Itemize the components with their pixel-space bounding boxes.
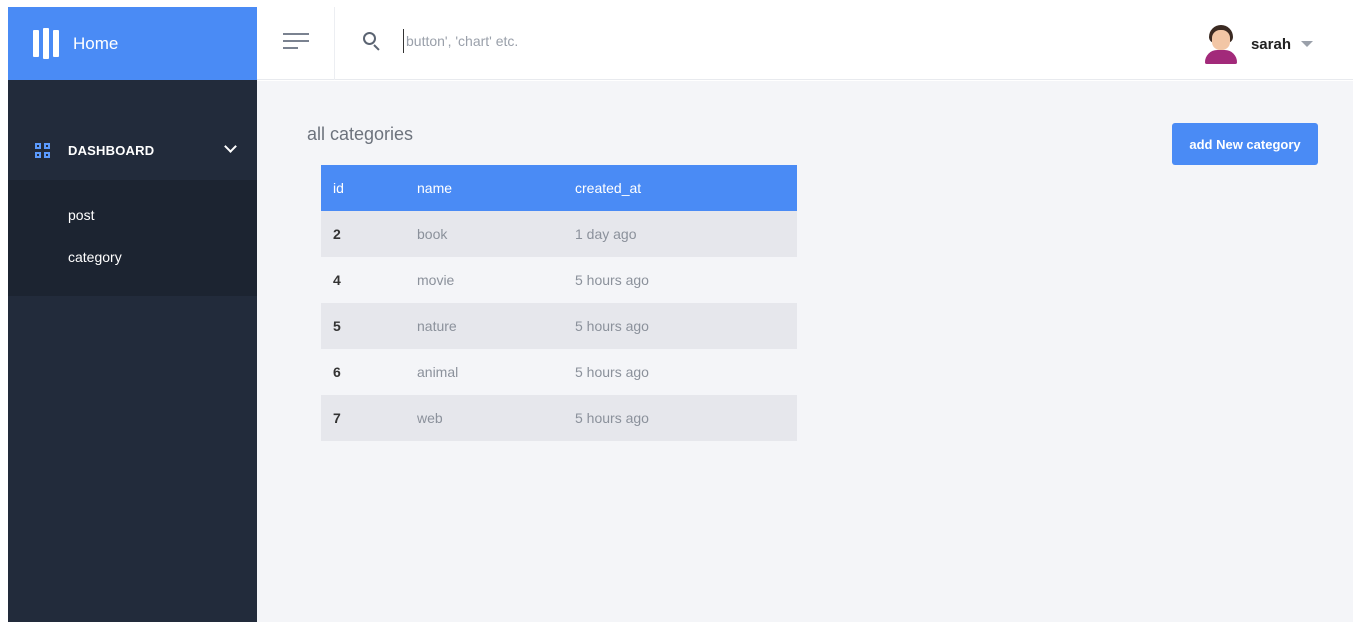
table-header-row: id name created_at bbox=[321, 165, 797, 211]
table-row[interactable]: 4 movie 5 hours ago bbox=[321, 257, 797, 303]
cell-name: book bbox=[417, 211, 575, 257]
search-input[interactable] bbox=[403, 29, 823, 53]
sidebar-item-dashboard[interactable]: DASHBOARD bbox=[8, 120, 260, 180]
cell-name: web bbox=[417, 395, 575, 441]
cell-created-at: 5 hours ago bbox=[575, 257, 797, 303]
chevron-down-icon bbox=[224, 140, 237, 153]
brand-title: Home bbox=[73, 33, 119, 53]
cell-created-at: 5 hours ago bbox=[575, 303, 797, 349]
sidebar-item-post[interactable]: post bbox=[8, 194, 257, 236]
brand-home-link[interactable]: Home bbox=[8, 7, 257, 80]
topbar: sarah bbox=[257, 7, 1353, 80]
categories-table: id name created_at 2 book 1 day ago 4 mo… bbox=[321, 165, 797, 441]
cell-name: animal bbox=[417, 349, 575, 395]
page-title: all categories bbox=[307, 124, 414, 144]
search-icon[interactable] bbox=[363, 32, 381, 52]
table-row[interactable]: 6 animal 5 hours ago bbox=[321, 349, 797, 395]
cell-name: nature bbox=[417, 303, 575, 349]
cell-created-at: 5 hours ago bbox=[575, 349, 797, 395]
cell-id: 7 bbox=[321, 395, 417, 441]
nav-group-dashboard: DASHBOARD post category bbox=[8, 120, 260, 296]
cell-id: 2 bbox=[321, 211, 417, 257]
add-category-button[interactable]: add New category bbox=[1172, 123, 1318, 165]
cell-created-at: 5 hours ago bbox=[575, 395, 797, 441]
column-header-created-at[interactable]: created_at bbox=[575, 165, 797, 211]
main-content: all categories add New category id name … bbox=[257, 81, 1353, 622]
table-row[interactable]: 7 web 5 hours ago bbox=[321, 395, 797, 441]
cell-name: movie bbox=[417, 257, 575, 303]
table-row[interactable]: 5 nature 5 hours ago bbox=[321, 303, 797, 349]
user-menu[interactable]: sarah bbox=[1203, 24, 1313, 64]
avatar[interactable] bbox=[1203, 24, 1239, 64]
sidebar: Home DASHBOARD post category bbox=[8, 7, 260, 622]
cell-id: 4 bbox=[321, 257, 417, 303]
topbar-divider bbox=[334, 7, 335, 80]
sidebar-item-category[interactable]: category bbox=[8, 236, 257, 278]
cell-id: 6 bbox=[321, 349, 417, 395]
cell-id: 5 bbox=[321, 303, 417, 349]
column-header-id[interactable]: id bbox=[321, 165, 417, 211]
table-row[interactable]: 2 book 1 day ago bbox=[321, 211, 797, 257]
column-header-name[interactable]: name bbox=[417, 165, 575, 211]
dashboard-grid-icon bbox=[35, 142, 50, 158]
menu-toggle-icon[interactable] bbox=[283, 33, 309, 53]
brand-logo-icon bbox=[33, 28, 59, 59]
dashboard-submenu: post category bbox=[8, 180, 257, 296]
user-name[interactable]: sarah bbox=[1251, 36, 1291, 53]
cell-created-at: 1 day ago bbox=[575, 211, 797, 257]
sidebar-item-dashboard-label: DASHBOARD bbox=[68, 142, 155, 158]
caret-down-icon[interactable] bbox=[1301, 41, 1313, 47]
